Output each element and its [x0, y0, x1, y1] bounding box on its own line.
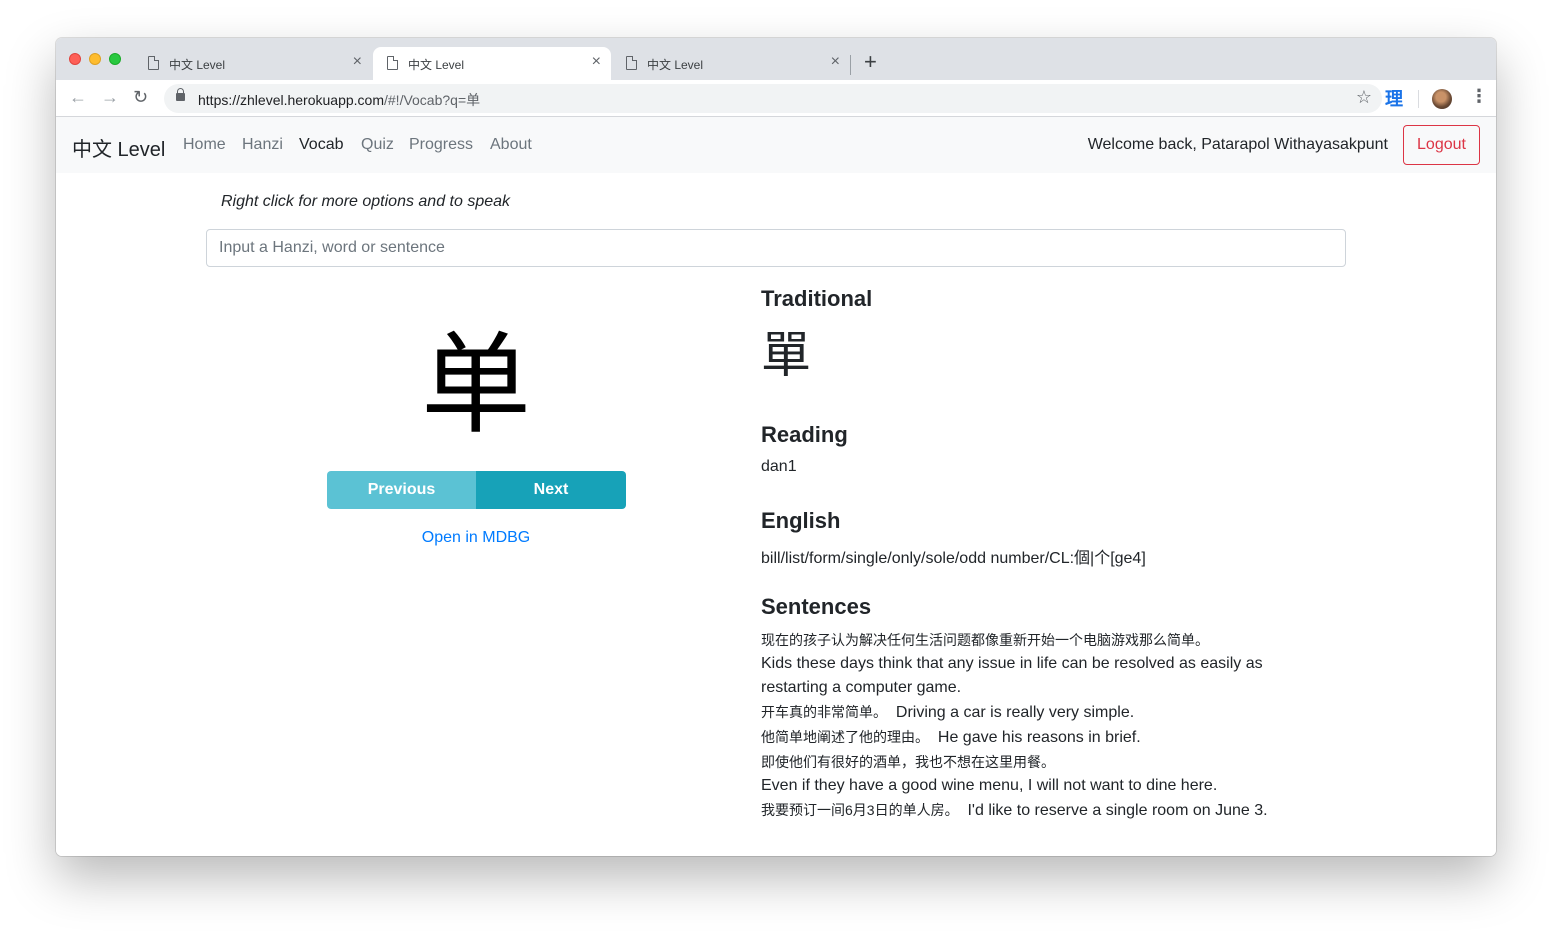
sentences-list: 现在的孩子认为解决任何生活问题都像重新开始一个电脑游戏那么简单。 Kids th… — [761, 628, 1321, 823]
browser-menu-icon[interactable]: ⋮ — [1470, 86, 1488, 106]
browser-tab-3[interactable]: 中文 Level × — [612, 47, 850, 80]
sentence-item: 开车真的非常简单。 Driving a car is really very s… — [761, 700, 1321, 725]
sentence-chinese[interactable]: 现在的孩子认为解决任何生活问题都像重新开始一个电脑游戏那么简单。 — [761, 628, 1321, 652]
sentence-english: Driving a car is really very simple. — [895, 704, 1135, 721]
app-brand[interactable]: 中文 Level — [72, 133, 165, 162]
tab-title: 中文 Level — [169, 58, 226, 72]
traditional-heading: Traditional — [761, 286, 873, 311]
sentence-chinese[interactable]: 即使他们有很好的酒单，我也不想在这里用餐。 — [761, 750, 1321, 774]
tab-close-icon[interactable]: × — [592, 53, 601, 71]
vocab-page: Right click for more options and to spea… — [56, 173, 1496, 856]
bookmark-star-icon[interactable]: ☆ — [1356, 87, 1372, 108]
toolbar-separator — [1418, 90, 1419, 108]
english-value: bill/list/form/single/only/sole/odd numb… — [761, 550, 1146, 567]
profile-avatar[interactable] — [1432, 89, 1452, 109]
vocab-search-input[interactable] — [206, 229, 1346, 267]
sentences-heading: Sentences — [761, 594, 872, 619]
document-icon — [626, 56, 637, 70]
tab-separator — [850, 55, 851, 75]
document-icon — [387, 56, 398, 70]
sentence-chinese[interactable]: 开车真的非常简单。 — [761, 704, 887, 720]
close-window-button[interactable] — [69, 53, 81, 65]
app-navbar: 中文 Level Home Hanzi Vocab Quiz Progress … — [56, 117, 1496, 173]
nav-link-quiz[interactable]: Quiz — [361, 136, 394, 154]
url-text[interactable]: https://zhlevel.herokuapp.com/#!/Vocab?q… — [198, 90, 480, 110]
tab-title: 中文 Level — [647, 58, 704, 72]
sentence-item: 我要预订一间6月3日的单人房。 I'd like to reserve a si… — [761, 798, 1321, 823]
traditional-character[interactable]: 單 — [761, 325, 811, 385]
nav-link-progress[interactable]: Progress — [409, 136, 473, 154]
next-button[interactable]: Next — [476, 471, 626, 509]
browser-tab-1[interactable]: 中文 Level × — [134, 47, 372, 80]
url-path: /#!/Vocab?q=单 — [384, 92, 481, 108]
new-tab-button[interactable]: + — [864, 51, 877, 73]
address-bar[interactable]: https://zhlevel.herokuapp.com/#!/Vocab?q… — [164, 84, 1382, 113]
sentence-chinese[interactable]: 他简单地阐述了他的理由。 — [761, 729, 929, 745]
reading-heading: Reading — [761, 422, 848, 447]
reading-value: dan1 — [761, 458, 797, 475]
sentence-english: Kids these days think that any issue in … — [761, 655, 1263, 696]
sentence-english: He gave his reasons in brief. — [937, 729, 1141, 746]
browser-window: 中文 Level × 中文 Level × 中文 Level × + ← → ↻… — [56, 38, 1496, 856]
sentence-chinese[interactable]: 我要预订一间6月3日的单人房。 — [761, 802, 959, 818]
lock-icon — [176, 88, 185, 101]
zoom-window-button[interactable] — [109, 53, 121, 65]
english-heading: English — [761, 508, 841, 533]
sentence-item: 现在的孩子认为解决任何生活问题都像重新开始一个电脑游戏那么简单。 Kids th… — [761, 628, 1321, 700]
sentence-item: 他简单地阐述了他的理由。 He gave his reasons in brie… — [761, 725, 1321, 750]
nav-link-home[interactable]: Home — [183, 136, 226, 154]
back-icon[interactable]: ← — [69, 87, 87, 107]
url-host: https://zhlevel.herokuapp.com — [198, 92, 384, 108]
document-icon — [148, 56, 159, 70]
tab-close-icon[interactable]: × — [831, 53, 840, 71]
nav-link-vocab[interactable]: Vocab — [299, 136, 343, 154]
minimize-window-button[interactable] — [89, 53, 101, 65]
tab-title: 中文 Level — [408, 58, 465, 72]
right-click-hint: Right click for more options and to spea… — [221, 193, 511, 210]
tab-close-icon[interactable]: × — [353, 53, 362, 71]
sentence-item: 即使他们有很好的酒单，我也不想在这里用餐。 Even if they have … — [761, 750, 1321, 798]
nav-link-hanzi[interactable]: Hanzi — [242, 136, 283, 154]
open-in-mdbg-link[interactable]: Open in MDBG — [376, 529, 576, 547]
simplified-character[interactable]: 单 — [376, 325, 576, 445]
forward-icon[interactable]: → — [101, 87, 119, 107]
sentence-english: I'd like to reserve a single room on Jun… — [967, 802, 1268, 819]
nav-link-about[interactable]: About — [490, 136, 532, 154]
logout-button[interactable]: Logout — [1403, 125, 1480, 165]
browser-toolbar: ← → ↻ https://zhlevel.herokuapp.com/#!/V… — [56, 80, 1496, 117]
welcome-message: Welcome back, Patarapol Withayasakpunt — [1087, 136, 1388, 153]
sentence-english: Even if they have a good wine menu, I wi… — [761, 777, 1218, 794]
browser-tab-2[interactable]: 中文 Level × — [373, 47, 611, 80]
reload-icon[interactable]: ↻ — [133, 87, 148, 107]
extension-icon[interactable]: 理 — [1385, 85, 1403, 111]
previous-button[interactable]: Previous — [327, 471, 476, 509]
tab-strip: 中文 Level × 中文 Level × 中文 Level × + — [56, 38, 1496, 80]
